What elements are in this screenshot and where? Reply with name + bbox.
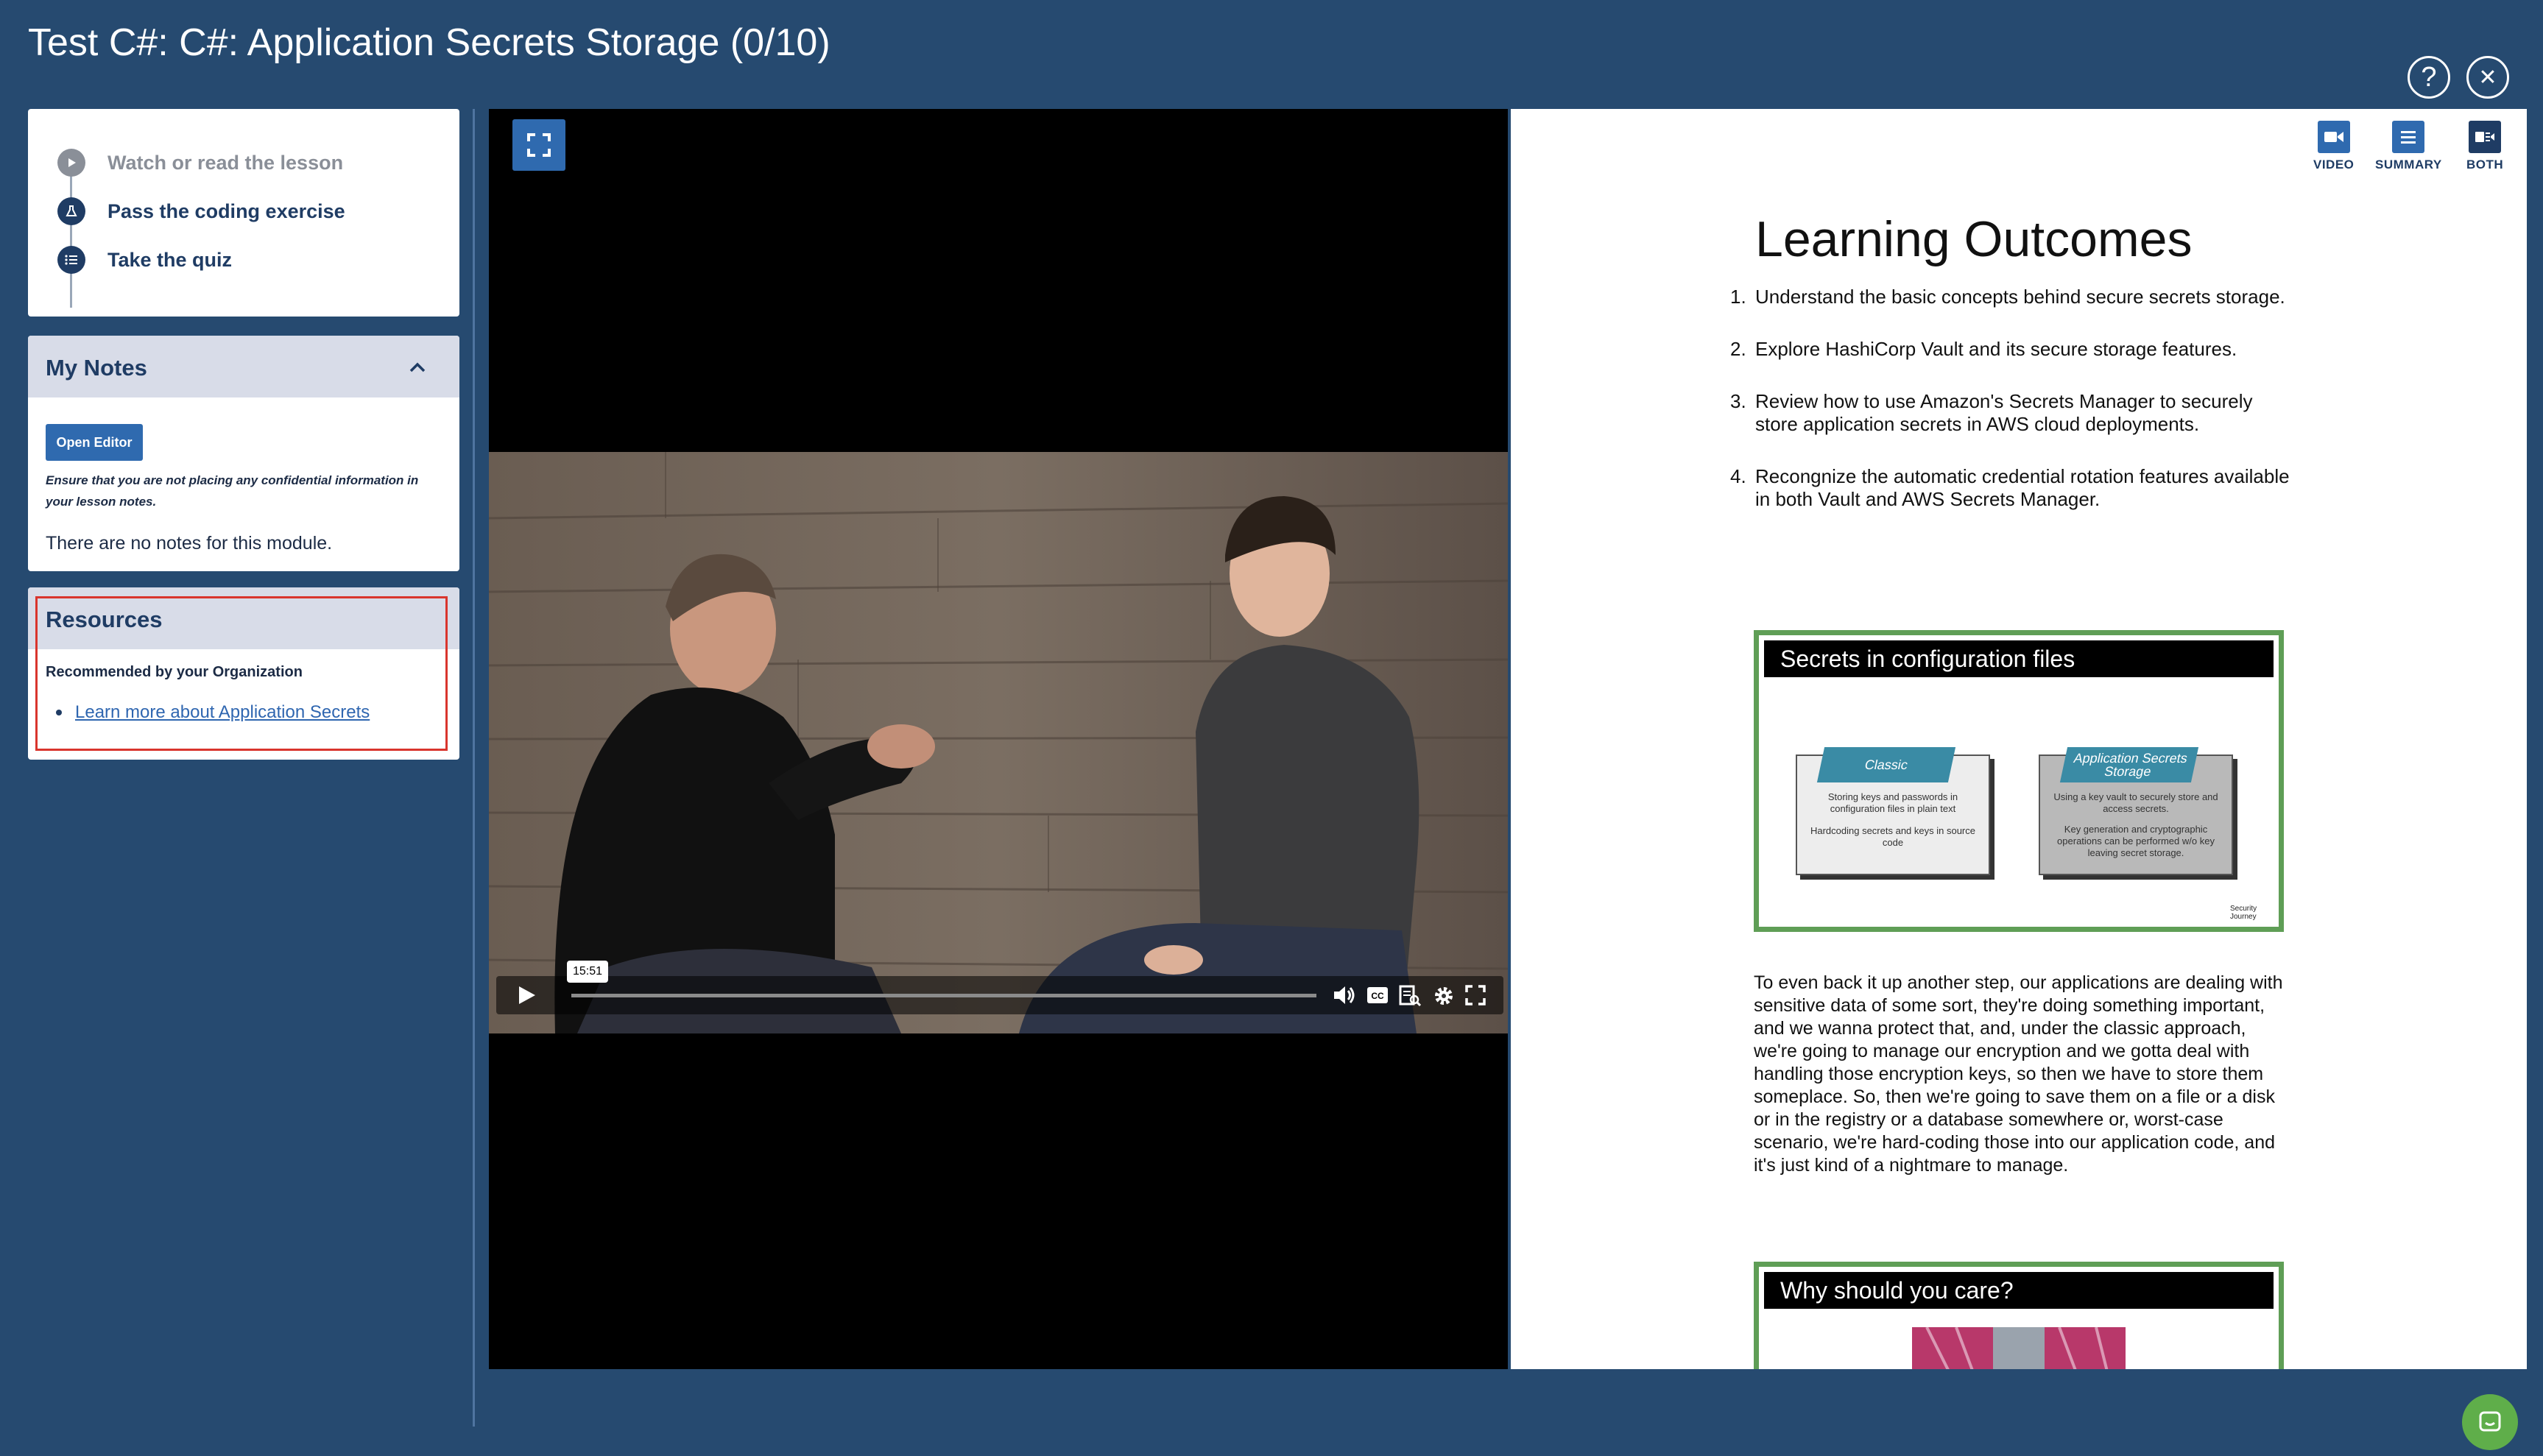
settings-gear-icon[interactable] [1433, 985, 1455, 1007]
video-player[interactable]: CC 15:51 [489, 109, 1508, 1369]
step-coding-exercise[interactable]: Pass the coding exercise [57, 197, 345, 225]
classic-tag: Classic [1816, 747, 1956, 782]
summary-icon [2392, 121, 2425, 153]
step-quiz[interactable]: Take the quiz [57, 246, 232, 274]
notes-title: My Notes [46, 355, 147, 381]
step-label: Take the quiz [107, 248, 233, 271]
learning-outcomes-title: Learning Outcomes [1755, 211, 2193, 267]
summary-panel: VIDEO SUMMARY BOTH Learning Outcomes 1. U… [1511, 109, 2527, 1369]
view-label: BOTH [2466, 158, 2504, 172]
chat-button[interactable] [2462, 1394, 2518, 1450]
expand-button[interactable] [512, 119, 565, 171]
list-item: 2. Explore HashiCorp Vault and its secure… [1730, 338, 2237, 360]
step-label: Watch or read the lesson [107, 151, 344, 174]
card-text: Key generation and cryptographic operati… [2057, 824, 2215, 858]
card-text: Storing keys and passwords in configurat… [1827, 791, 1958, 814]
chat-icon [2479, 1411, 2501, 1432]
progress-steps-panel: Watch or read the lesson Pass the coding… [28, 109, 459, 317]
slide-image [1912, 1327, 2126, 1369]
help-button[interactable]: ? [2408, 56, 2450, 99]
card-text: Hardcoding secrets and keys in source co… [1810, 825, 1975, 848]
card-text: Using a key vault to securely store and … [2053, 791, 2218, 814]
time-tooltip: 15:51 [567, 961, 608, 983]
panel-divider[interactable] [473, 109, 475, 1427]
open-editor-button[interactable]: Open Editor [46, 424, 143, 461]
list-item: 4. Recongnize the automatic credential ro… [1730, 465, 2290, 510]
view-summary-button[interactable]: SUMMARY [2375, 121, 2442, 172]
slide-title: Secrets in configuration files [1764, 640, 2274, 677]
page-title: Test C#: C#: Application Secrets Storage… [28, 21, 830, 64]
view-label: SUMMARY [2375, 158, 2442, 172]
video-progress-bar[interactable] [571, 994, 1316, 997]
classic-card: Classic Storing keys and passwords in co… [1796, 747, 1990, 875]
list-icon [57, 246, 85, 274]
view-label: VIDEO [2313, 158, 2355, 172]
chevron-up-icon[interactable] [406, 356, 428, 378]
fullscreen-icon[interactable] [1465, 985, 1486, 1006]
flask-icon [57, 197, 85, 225]
step-label: Pass the coding exercise [107, 199, 345, 222]
play-icon[interactable] [515, 984, 537, 1006]
notes-warning: Ensure that you are not placing any conf… [46, 473, 419, 509]
captions-icon[interactable]: CC [1366, 986, 1389, 1004]
view-both-button[interactable]: BOTH [2466, 121, 2503, 172]
resources-highlight [35, 596, 448, 751]
both-icon [2469, 121, 2502, 153]
list-item: 1. Understand the basic concepts behind s… [1730, 286, 2285, 308]
slide-title: Why should you care? [1764, 1272, 2274, 1309]
play-circle-icon [57, 149, 85, 177]
notes-empty-message: There are no notes for this module. [46, 533, 333, 554]
my-notes-panel: My Notes Open Editor Ensure that you are… [28, 336, 459, 571]
volume-icon[interactable] [1333, 985, 1356, 1006]
view-video-button[interactable]: VIDEO [2313, 121, 2354, 172]
security-journey-logo: Security Journey [2230, 905, 2257, 921]
secrets-storage-card: Application Secrets Storage Using a key … [2039, 747, 2233, 875]
close-button[interactable]: ✕ [2466, 56, 2509, 99]
transcript-icon[interactable] [1399, 985, 1421, 1007]
slide-why-care: Why should you care? [1754, 1262, 2284, 1369]
video-frame [489, 452, 1508, 1033]
slide-secrets-config: Secrets in configuration files Classic S… [1754, 630, 2284, 932]
svg-text:CC: CC [1371, 991, 1384, 1001]
steps-connector [70, 175, 72, 308]
transcript-text: To even back it up another step, our app… [1754, 972, 2283, 1176]
step-watch-lesson[interactable]: Watch or read the lesson [57, 149, 343, 177]
notes-header[interactable]: My Notes [28, 336, 459, 397]
list-item: 3. Review how to use Amazon's Secrets Man… [1730, 390, 2253, 435]
video-icon [2317, 121, 2350, 153]
expand-icon [527, 133, 551, 157]
learning-outcomes-list: 1. Understand the basic concepts behind s… [1730, 286, 2300, 540]
secrets-storage-tag: Application Secrets Storage [2059, 747, 2199, 782]
